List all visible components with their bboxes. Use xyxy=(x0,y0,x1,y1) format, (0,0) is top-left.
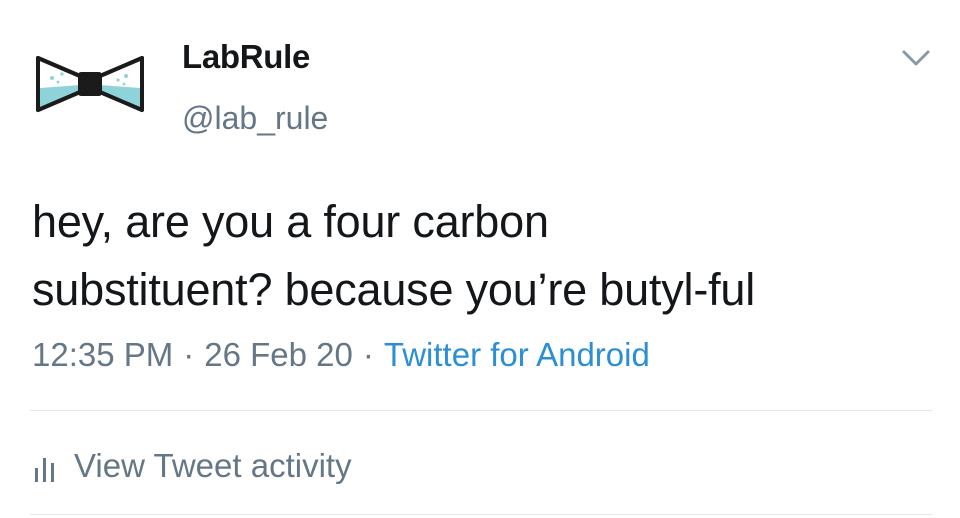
tweet-date: 26 Feb 20 xyxy=(204,336,353,373)
divider xyxy=(30,514,932,515)
display-name[interactable]: LabRule xyxy=(182,38,310,76)
tweet-card: LabRule @lab_rule hey, are you a four ca… xyxy=(0,0,960,518)
view-tweet-activity-label: View Tweet activity xyxy=(74,447,352,484)
view-tweet-activity-button[interactable]: View Tweet activity xyxy=(32,444,352,488)
meta-separator: · xyxy=(362,336,374,373)
meta-separator: · xyxy=(183,336,195,373)
bowtie-flask-logo-icon[interactable] xyxy=(34,52,146,116)
bar-chart-icon xyxy=(35,458,54,482)
tweet-text: hey, are you a four carbon substituent? … xyxy=(32,188,932,324)
tweet-meta: 12:35 PM · 26 Feb 20 · Twitter for Android xyxy=(32,336,650,374)
chevron-down-icon[interactable] xyxy=(896,44,936,72)
tweet-text-line: hey, are you a four carbon xyxy=(32,196,549,247)
tweet-time: 12:35 PM xyxy=(32,336,174,373)
divider xyxy=(30,410,932,411)
tweet-text-line: substituent? because you’re butyl-ful xyxy=(32,264,756,315)
tweet-source-link[interactable]: Twitter for Android xyxy=(384,336,650,373)
user-handle[interactable]: @lab_rule xyxy=(182,100,328,137)
